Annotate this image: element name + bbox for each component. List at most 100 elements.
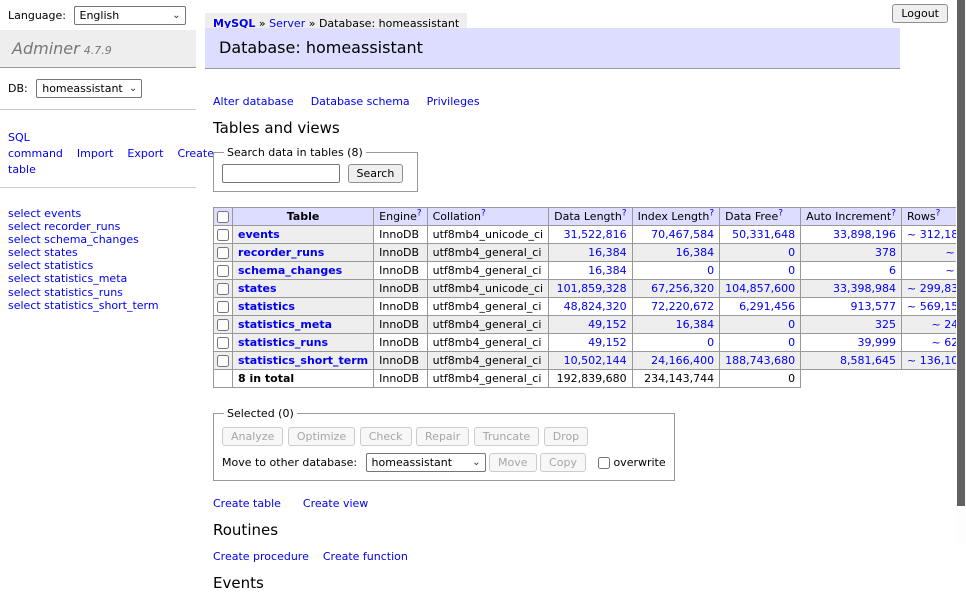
column-header-data-length: Data Length? bbox=[549, 208, 632, 226]
data-length-link[interactable]: 16,384 bbox=[588, 246, 627, 259]
data-length-link[interactable]: 49,152 bbox=[588, 336, 627, 349]
table-link[interactable]: statistics bbox=[238, 300, 295, 313]
create-view-link[interactable]: Create view bbox=[303, 497, 368, 510]
auto-increment-link[interactable]: 913,577 bbox=[851, 300, 897, 313]
help-link[interactable]: ? bbox=[481, 208, 486, 218]
index-length-link[interactable]: 72,220,672 bbox=[651, 300, 714, 313]
sidebar-link-import[interactable]: Import bbox=[77, 147, 114, 160]
row-checkbox[interactable] bbox=[217, 337, 229, 349]
row-checkbox[interactable] bbox=[217, 229, 229, 241]
table-link[interactable]: events bbox=[238, 228, 280, 241]
data-length-link[interactable]: 16,384 bbox=[588, 264, 627, 277]
index-length-link[interactable]: 67,256,320 bbox=[651, 282, 714, 295]
data-free-link[interactable]: 188,743,680 bbox=[725, 354, 795, 367]
row-checkbox[interactable] bbox=[217, 283, 229, 295]
move-row: Move to other database: homeassistant ⌄ … bbox=[222, 453, 666, 472]
row-checkbox[interactable] bbox=[217, 247, 229, 259]
data-length-link[interactable]: 10,502,144 bbox=[564, 354, 627, 367]
table-link[interactable]: recorder_runs bbox=[238, 246, 324, 259]
index-length-link[interactable]: 24,166,400 bbox=[651, 354, 714, 367]
help-link[interactable]: ? bbox=[891, 208, 896, 218]
app-name: Adminer bbox=[12, 39, 80, 58]
index-length-link[interactable]: 70,467,584 bbox=[651, 228, 714, 241]
sidebar-link-export[interactable]: Export bbox=[127, 147, 163, 160]
row-checkbox[interactable] bbox=[217, 301, 229, 313]
column-header-index-length: Index Length? bbox=[632, 208, 720, 226]
select-all-checkbox[interactable] bbox=[217, 211, 229, 223]
copy-button[interactable]: Copy bbox=[540, 453, 586, 472]
table-link[interactable]: statistics_meta bbox=[238, 318, 332, 331]
logout-button[interactable]: Logout bbox=[892, 4, 948, 23]
data-free-link[interactable]: 0 bbox=[788, 264, 795, 277]
alter-database-link[interactable]: Alter database bbox=[213, 95, 294, 108]
data-length-link[interactable]: 101,859,328 bbox=[557, 282, 627, 295]
auto-increment-link[interactable]: 6 bbox=[889, 264, 896, 277]
index-length-link[interactable]: 16,384 bbox=[676, 246, 715, 259]
create-table-link[interactable]: Create table bbox=[213, 497, 281, 510]
help-link[interactable]: ? bbox=[417, 208, 422, 218]
auto-increment-link[interactable]: 8,581,645 bbox=[840, 354, 896, 367]
check-button[interactable]: Check bbox=[360, 427, 412, 446]
data-free-link[interactable]: 6,291,456 bbox=[739, 300, 795, 313]
sidebar-select-statistics-runs[interactable]: select statistics_runs bbox=[8, 287, 188, 300]
vertical-scrollbar[interactable] bbox=[956, 0, 966, 543]
search-fieldset: Search data in tables (8) Search bbox=[213, 146, 418, 192]
repair-button[interactable]: Repair bbox=[416, 427, 469, 446]
adminer-logo[interactable]: Adminer4.7.9 bbox=[0, 30, 196, 68]
row-checkbox[interactable] bbox=[217, 355, 229, 367]
data-free-link[interactable]: 50,331,648 bbox=[732, 228, 795, 241]
sidebar-select-recorder-runs[interactable]: select recorder_runs bbox=[8, 221, 188, 234]
auto-increment-link[interactable]: 325 bbox=[875, 318, 896, 331]
data-free-link[interactable]: 0 bbox=[788, 246, 795, 259]
sidebar-link-sql-command[interactable]: SQL command bbox=[8, 131, 63, 160]
events-heading: Events bbox=[213, 574, 893, 592]
data-length-link[interactable]: 48,824,320 bbox=[564, 300, 627, 313]
truncate-button[interactable]: Truncate bbox=[474, 427, 539, 446]
help-link[interactable]: ? bbox=[936, 208, 941, 218]
data-free-link[interactable]: 104,857,600 bbox=[725, 282, 795, 295]
table-link[interactable]: schema_changes bbox=[238, 264, 342, 277]
create-procedure-link[interactable]: Create procedure bbox=[213, 550, 309, 563]
help-link[interactable]: ? bbox=[778, 208, 783, 218]
create-function-link[interactable]: Create function bbox=[323, 550, 408, 563]
index-length-link[interactable]: 0 bbox=[707, 264, 714, 277]
database-schema-link[interactable]: Database schema bbox=[311, 95, 410, 108]
index-length-link[interactable]: 16,384 bbox=[676, 318, 715, 331]
search-button[interactable]: Search bbox=[348, 164, 404, 183]
auto-increment-link[interactable]: 378 bbox=[875, 246, 896, 259]
table-link[interactable]: statistics_short_term bbox=[238, 354, 368, 367]
overwrite-checkbox[interactable] bbox=[598, 457, 610, 469]
sidebar-select-schema-changes[interactable]: select schema_changes bbox=[8, 234, 188, 247]
scrollbar-thumb[interactable] bbox=[957, 0, 965, 506]
table-row: statistics_meta InnoDB utf8mb4_general_c… bbox=[214, 316, 966, 334]
analyze-button[interactable]: Analyze bbox=[222, 427, 283, 446]
search-input[interactable] bbox=[222, 164, 340, 183]
auto-increment-link[interactable]: 39,999 bbox=[858, 336, 897, 349]
sidebar-select-states[interactable]: select states bbox=[8, 247, 188, 260]
index-length-link[interactable]: 0 bbox=[707, 336, 714, 349]
auto-increment-link[interactable]: 33,398,984 bbox=[833, 282, 896, 295]
language-select[interactable]: English ⌄ bbox=[74, 6, 186, 25]
row-checkbox[interactable] bbox=[217, 319, 229, 331]
table-link[interactable]: statistics_runs bbox=[238, 336, 328, 349]
data-free-link[interactable]: 0 bbox=[788, 336, 795, 349]
drop-button[interactable]: Drop bbox=[544, 427, 588, 446]
auto-increment-link[interactable]: 33,898,196 bbox=[833, 228, 896, 241]
move-button[interactable]: Move bbox=[489, 453, 537, 472]
data-free-link[interactable]: 0 bbox=[788, 318, 795, 331]
sidebar-select-statistics[interactable]: select statistics bbox=[8, 260, 188, 273]
db-select[interactable]: homeassistant ⌄ bbox=[36, 79, 142, 98]
column-header-auto-increment: Auto Increment? bbox=[801, 208, 902, 226]
optimize-button[interactable]: Optimize bbox=[288, 427, 355, 446]
sidebar-select-statistics-short-term[interactable]: select statistics_short_term bbox=[8, 300, 188, 313]
move-database-select[interactable]: homeassistant ⌄ bbox=[366, 453, 486, 472]
help-link[interactable]: ? bbox=[622, 208, 627, 218]
privileges-link[interactable]: Privileges bbox=[427, 95, 480, 108]
help-link[interactable]: ? bbox=[709, 208, 714, 218]
sidebar-select-events[interactable]: select events bbox=[8, 208, 188, 221]
table-link[interactable]: states bbox=[238, 282, 277, 295]
row-checkbox[interactable] bbox=[217, 265, 229, 277]
data-length-link[interactable]: 49,152 bbox=[588, 318, 627, 331]
sidebar-select-statistics-meta[interactable]: select statistics_meta bbox=[8, 273, 188, 286]
data-length-link[interactable]: 31,522,816 bbox=[564, 228, 627, 241]
